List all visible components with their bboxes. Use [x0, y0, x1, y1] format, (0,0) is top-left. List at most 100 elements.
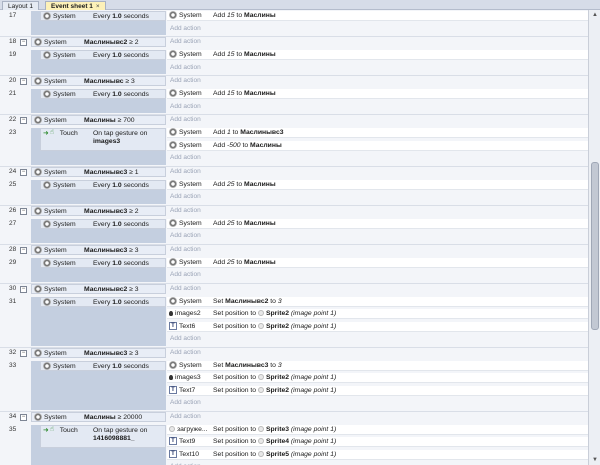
vertical-scrollbar[interactable]: ▲ ▼	[588, 10, 600, 465]
tab-event-sheet-1[interactable]: Event sheet 1 ×	[45, 1, 106, 10]
condition-block[interactable]: System Маслинывс2 ≥ 3	[31, 283, 166, 294]
add-action-link[interactable]: Add action	[167, 153, 588, 163]
condition-object: System	[34, 38, 67, 48]
event-row[interactable]: 21 System Every 1.0 seconds System Add 15 to…	[0, 89, 588, 110]
text-label: Touch	[59, 426, 78, 434]
action-row[interactable]: System Add 1 to Маслинывс3	[167, 128, 588, 138]
event-row[interactable]: 22− System Маслины ≥ 700 Add action	[0, 115, 588, 125]
scroll-down-arrow-icon[interactable]: ▼	[591, 456, 599, 464]
condition-block[interactable]: System Маслинывс3 ≥ 1	[31, 166, 166, 177]
action-row[interactable]: System Add 15 to Маслины	[167, 11, 588, 21]
add-action-link[interactable]: Add action	[167, 102, 588, 112]
condition-block[interactable]: ➜☝ Touch On tap gesture on images3	[40, 128, 166, 151]
action-row[interactable]: images3 Set position to Sprite2 (image po…	[167, 373, 588, 383]
add-action-link[interactable]: Add action	[167, 24, 588, 34]
event-row[interactable]: 19 System Every 1.0 seconds System Add 15 to…	[0, 50, 588, 71]
condition-block[interactable]: System Маслинывс3 ≥ 3	[31, 244, 166, 255]
collapse-toggle-icon[interactable]: −	[20, 117, 27, 124]
event-row[interactable]: 26− System Маслинывс3 ≥ 2 Add action	[0, 205, 588, 216]
condition-block[interactable]: System Every 1.0 seconds	[40, 218, 166, 229]
collapse-toggle-icon[interactable]: −	[20, 246, 27, 254]
collapse-toggle-icon[interactable]: −	[20, 168, 27, 176]
condition-text: Маслинывс2 ≥ 2	[84, 38, 139, 48]
tab-layout-1[interactable]: Layout 1	[2, 1, 39, 10]
text-label: Set position to	[213, 386, 258, 394]
condition-block[interactable]: System Маслинывс3 ≥ 2	[31, 205, 166, 216]
action-row[interactable]: System Add -500 to Маслины	[167, 140, 588, 151]
condition-block[interactable]: System Маслины ≥ 20000	[31, 411, 166, 423]
condition-block[interactable]: System Every 1.0 seconds	[40, 360, 166, 371]
add-action-link[interactable]: Add action	[167, 348, 588, 358]
add-action-link[interactable]: Add action	[167, 284, 588, 294]
collapse-toggle-icon[interactable]: −	[20, 285, 27, 293]
event-row[interactable]: 28− System Маслинывс3 ≥ 3 Add action	[0, 244, 588, 255]
action-row[interactable]: T Text9 Set position to Sprite4 (image poi…	[167, 437, 588, 447]
event-row[interactable]: 30− System Маслинывс2 ≥ 3 Add action	[0, 283, 588, 294]
event-row[interactable]: 20− System Маслинывс ≥ 3 Add action	[0, 76, 588, 86]
condition-block[interactable]: System Every 1.0 seconds	[40, 296, 166, 307]
text-label: Touch	[59, 130, 78, 137]
condition-block[interactable]: System Маслинывс2 ≥ 2	[31, 37, 166, 47]
action-row[interactable]: System Add 25 to Маслины	[167, 218, 588, 229]
action-row[interactable]: T Text6 Set position to Sprite2 (image poi…	[167, 321, 588, 332]
action-row[interactable]: загруже... Set position to Sprite3 (image…	[167, 424, 588, 435]
event-row[interactable]: 34− System Маслины ≥ 20000 Add action	[0, 411, 588, 423]
collapse-toggle-icon[interactable]: −	[20, 207, 27, 215]
event-sheet: 17 System Every 1.0 seconds System Add 15 to…	[0, 10, 588, 465]
event-row[interactable]: 35 ➜☝ Touch On tap gesture on 1416098881_ за…	[0, 424, 588, 465]
condition-block[interactable]: System Every 1.0 seconds	[40, 257, 166, 268]
action-row[interactable]: System Add 15 to Маслины	[167, 50, 588, 60]
collapse-toggle-icon[interactable]: −	[20, 78, 27, 85]
event-row[interactable]: 17 System Every 1.0 seconds System Add 15 to…	[0, 11, 588, 32]
event-row[interactable]: 18− System Маслинывс2 ≥ 2 Add action	[0, 37, 588, 47]
add-action-link[interactable]: Add action	[167, 192, 588, 202]
add-action-link[interactable]: Add action	[167, 115, 588, 125]
collapse-toggle-icon[interactable]: −	[20, 413, 27, 421]
add-action-link[interactable]: Add action	[167, 76, 588, 86]
add-action-link[interactable]: Add action	[167, 37, 588, 47]
condition-block[interactable]: System Every 1.0 seconds	[40, 50, 166, 60]
add-action-link[interactable]: Add action	[167, 398, 588, 408]
add-action-link[interactable]: Add action	[167, 167, 588, 177]
action-row[interactable]: System Add 25 to Маслины	[167, 179, 588, 190]
condition-block[interactable]: System Every 1.0 seconds	[40, 179, 166, 190]
add-action-link[interactable]: Add action	[167, 270, 588, 280]
event-row[interactable]: 27 System Every 1.0 seconds System Add 25 to…	[0, 218, 588, 239]
action-text: Add 25 to Маслины	[213, 258, 276, 268]
event-row[interactable]: 24− System Маслинывс3 ≥ 1 Add action	[0, 166, 588, 177]
event-row[interactable]: 23 ➜☝ Touch On tap gesture on images3 System…	[0, 128, 588, 161]
event-row[interactable]: 32− System Маслинывс3 ≥ 3 Add action	[0, 347, 588, 358]
add-action-link[interactable]: Add action	[167, 231, 588, 241]
event-row[interactable]: 33 System Every 1.0 seconds System Set Масли…	[0, 360, 588, 406]
action-row[interactable]: T Text7 Set position to Sprite2 (image poi…	[167, 385, 588, 396]
action-target: Sprite2	[265, 374, 290, 381]
text-label: Add	[213, 258, 227, 266]
condition-block[interactable]: System Маслинывс3 ≥ 3	[31, 347, 166, 358]
add-action-link[interactable]: Add action	[167, 334, 588, 344]
event-row[interactable]: 29 System Every 1.0 seconds System Add 25 to…	[0, 257, 588, 278]
add-action-link[interactable]: Add action	[167, 206, 588, 216]
scroll-up-arrow-icon[interactable]: ▲	[591, 11, 599, 19]
condition-block[interactable]: System Every 1.0 seconds	[40, 11, 166, 21]
scrollbar-thumb[interactable]	[591, 162, 599, 330]
add-action-link[interactable]: Add action	[167, 63, 588, 73]
condition-object: System	[34, 412, 67, 423]
collapse-toggle-icon[interactable]: −	[20, 39, 27, 46]
action-row[interactable]: System Set Маслинывс2 to 3	[167, 296, 588, 307]
collapse-toggle-icon[interactable]: −	[20, 349, 27, 357]
condition-block[interactable]: System Every 1.0 seconds	[40, 89, 166, 99]
condition-block[interactable]: System Маслины ≥ 700	[31, 115, 166, 125]
action-row[interactable]: System Add 25 to Маслины	[167, 257, 588, 268]
action-row[interactable]: System Set Маслинывс3 to 3	[167, 360, 588, 371]
action-row[interactable]: images2 Set position to Sprite2 (image po…	[167, 309, 588, 319]
event-row[interactable]: 31 System Every 1.0 seconds System Set Масли…	[0, 296, 588, 342]
condition-block[interactable]: ➜☝ Touch On tap gesture on 1416098881_	[40, 424, 166, 448]
add-action-link[interactable]: Add action	[167, 412, 588, 422]
action-row[interactable]: T Text10 Set position to Sprite5 (image po…	[167, 449, 588, 460]
action-row[interactable]: System Add 15 to Маслины	[167, 89, 588, 99]
action-text: Add 15 to Маслины	[213, 11, 276, 21]
condition-block[interactable]: System Маслинывс ≥ 3	[31, 76, 166, 86]
close-tab-icon[interactable]: ×	[96, 3, 100, 10]
event-row[interactable]: 25 System Every 1.0 seconds System Add 25 to…	[0, 179, 588, 200]
add-action-link[interactable]: Add action	[167, 245, 588, 255]
